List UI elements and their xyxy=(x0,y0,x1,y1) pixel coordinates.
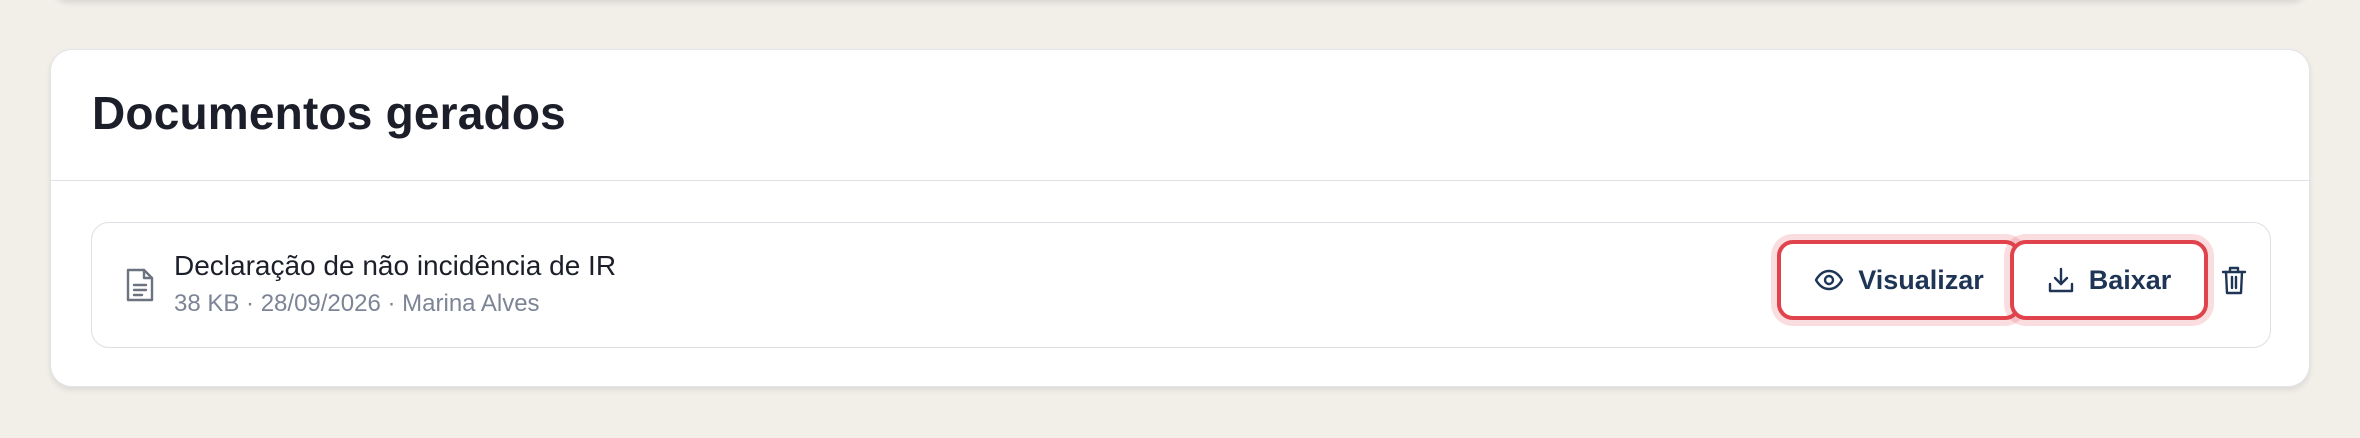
section-title: Documentos gerados xyxy=(92,87,566,139)
download-button-label: Baixar xyxy=(2088,264,2172,295)
delete-button[interactable] xyxy=(2215,262,2253,302)
view-button[interactable]: Visualizar xyxy=(1777,240,2021,320)
download-icon xyxy=(2047,266,2075,294)
document-row: Declaração de não incidência de IR 38 KB… xyxy=(91,222,2271,348)
download-button[interactable]: Baixar xyxy=(2010,240,2208,320)
view-button-label: Visualizar xyxy=(1858,264,1984,295)
trash-icon xyxy=(2221,265,2247,300)
file-text-icon xyxy=(125,267,155,303)
document-meta: 38 KB · 28/09/2026 · Marina Alves xyxy=(174,290,540,317)
document-name: Declaração de não incidência de IR xyxy=(174,250,617,281)
eye-icon xyxy=(1814,269,1844,291)
card-header: Documentos gerados xyxy=(51,50,2309,181)
generated-documents-card: Documentos gerados Declaração de não inc… xyxy=(50,49,2310,387)
